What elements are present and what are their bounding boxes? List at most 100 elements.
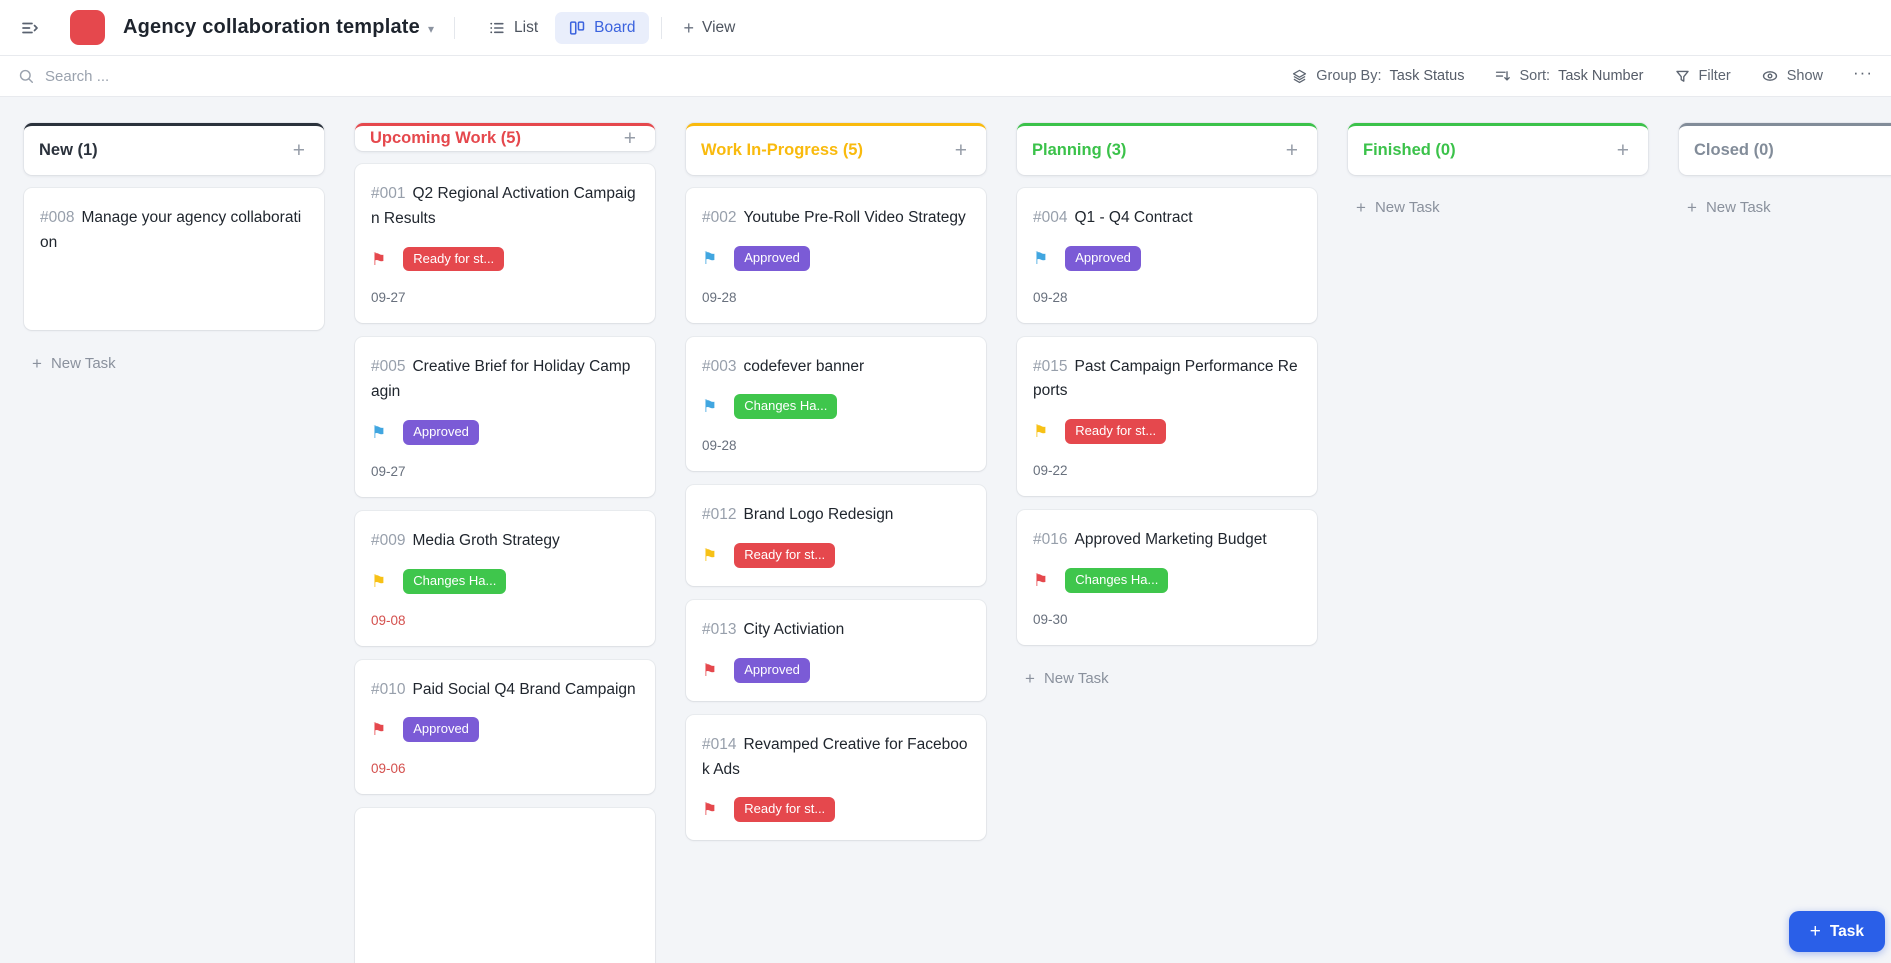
priority-flag-icon: ⚑ — [371, 251, 386, 268]
priority-flag-icon: ⚑ — [702, 547, 717, 564]
task-meta: ⚑ Changes Ha... — [1033, 568, 1301, 593]
task-card[interactable]: #004Q1 - Q4 Contract ⚑ Approved 09-28 — [1017, 188, 1317, 323]
task-id: #008 — [40, 209, 74, 226]
new-task-label: New Task — [1044, 670, 1109, 687]
task-card[interactable]: #016Approved Marketing Budget ⚑ Changes … — [1017, 510, 1317, 645]
priority-flag-icon: ⚑ — [702, 662, 717, 679]
due-date: 09-30 — [1033, 612, 1301, 627]
priority-flag-icon: ⚑ — [1033, 250, 1048, 267]
task-card[interactable]: #013City Activiation ⚑ Approved — [686, 600, 986, 701]
task-card[interactable]: #009 Media Groth Strategy ⚑ Changes Ha...… — [355, 511, 655, 646]
status-badge: Approved — [734, 658, 810, 683]
due-date: 09-22 — [1033, 463, 1301, 478]
column-title: New (1) — [39, 141, 98, 160]
due-date: 09-28 — [702, 438, 970, 453]
column-cards: + New Task — [1679, 188, 1891, 227]
search-input[interactable] — [45, 68, 465, 85]
status-badge: Ready for st... — [403, 247, 504, 272]
due-date: 09-28 — [1033, 290, 1301, 305]
plus-icon: + — [1025, 670, 1035, 687]
task-card[interactable]: #001Q2 Regional Activation Campaign Resu… — [355, 164, 655, 323]
plus-icon: + — [32, 355, 42, 372]
task-card[interactable]: #015Past Campaign Performance Reports ⚑ … — [1017, 337, 1317, 496]
board-column: New (1) + #008Manage your agency collabo… — [24, 123, 324, 383]
task-card-partial[interactable] — [355, 808, 655, 963]
column-title: Planning (3) — [1032, 141, 1126, 160]
filter-button[interactable]: Filter — [1674, 68, 1731, 85]
task-card-title-row: #002 Youtube Pre-Roll Video Strategy — [702, 206, 970, 231]
task-id: #016 — [1033, 531, 1067, 548]
group-by-value: Task Status — [1390, 68, 1465, 84]
task-card[interactable]: #008Manage your agency collaboration — [24, 188, 324, 330]
new-task-button[interactable]: + New Task — [1679, 188, 1779, 227]
task-id: #003 — [702, 358, 736, 375]
due-date: 09-08 — [371, 613, 639, 628]
task-card-title-row: #010Paid Social Q4 Brand Campaign — [371, 678, 639, 703]
task-card[interactable]: #014Revamped Creative for Facebook Ads ⚑… — [686, 715, 986, 840]
priority-flag-icon: ⚑ — [371, 424, 386, 441]
toolbar-controls: Group By: Task Status Sort: Task Number … — [1291, 63, 1873, 89]
search-box — [18, 68, 1291, 85]
task-meta: ⚑ Approved — [371, 420, 639, 445]
task-id: #004 — [1033, 209, 1067, 226]
task-title: Paid Social Q4 Brand Campaign — [412, 681, 635, 698]
task-card[interactable]: #012Brand Logo Redesign ⚑ Ready for st..… — [686, 485, 986, 586]
tab-list[interactable]: List — [475, 12, 551, 44]
task-id: #014 — [702, 736, 736, 753]
status-badge: Ready for st... — [734, 797, 835, 822]
tab-board-label: Board — [594, 19, 635, 37]
add-task-button[interactable]: + Task — [1789, 911, 1885, 952]
column-add-button[interactable]: + — [289, 138, 309, 163]
due-date: 09-27 — [371, 464, 639, 479]
search-icon — [18, 68, 35, 85]
task-title: Youtube Pre-Roll Video Strategy — [743, 209, 965, 226]
task-card-title-row: #016Approved Marketing Budget — [1033, 528, 1301, 553]
task-card[interactable]: #005Creative Brief for Holiday Campagin … — [355, 337, 655, 496]
task-id: #009 — [371, 532, 405, 549]
task-meta: ⚑ Ready for st... — [702, 543, 970, 568]
task-meta: ⚑ Ready for st... — [702, 797, 970, 822]
show-button[interactable]: Show — [1761, 67, 1823, 85]
new-task-button[interactable]: + New Task — [1348, 188, 1448, 227]
task-meta: ⚑ Approved — [702, 246, 970, 271]
status-badge: Changes Ha... — [403, 569, 506, 594]
divider — [454, 17, 455, 39]
tab-board[interactable]: Board — [555, 12, 648, 44]
task-id: #002 — [702, 209, 736, 226]
divider — [661, 17, 662, 39]
sort-button[interactable]: Sort: Task Number — [1494, 68, 1643, 85]
task-card-title-row: #005Creative Brief for Holiday Campagin — [371, 355, 639, 405]
new-task-button[interactable]: + New Task — [24, 344, 124, 383]
layers-icon — [1291, 68, 1308, 85]
task-card[interactable]: #003codefever banner ⚑ Changes Ha... 09-… — [686, 337, 986, 472]
task-id: #005 — [371, 358, 405, 375]
sidebar-toggle-button[interactable] — [16, 14, 44, 42]
plus-icon: + — [624, 127, 636, 150]
task-title: Media Groth Strategy — [412, 532, 559, 549]
column-add-button[interactable]: + — [951, 138, 971, 163]
column-add-button[interactable]: + — [620, 126, 640, 151]
priority-flag-icon: ⚑ — [371, 573, 386, 590]
board-column: Planning (3) + #004Q1 - Q4 Contract ⚑ Ap… — [1017, 123, 1317, 698]
board-column: Upcoming Work (5) + #001Q2 Regional Acti… — [355, 123, 655, 963]
column-add-button[interactable]: + — [1282, 138, 1302, 163]
column-cards: #002 Youtube Pre-Roll Video Strategy ⚑ Ap… — [686, 188, 986, 840]
group-by-button[interactable]: Group By: Task Status — [1291, 68, 1464, 85]
column-title: Work In-Progress (5) — [701, 141, 863, 160]
table-title-menu[interactable]: Agency collaboration template ▾ — [123, 16, 434, 39]
column-cards: #004Q1 - Q4 Contract ⚑ Approved 09-28 #0… — [1017, 188, 1317, 698]
new-task-button[interactable]: + New Task — [1017, 659, 1117, 698]
task-card[interactable]: #010Paid Social Q4 Brand Campaign ⚑ Appr… — [355, 660, 655, 795]
more-options-button[interactable]: ··· — [1853, 63, 1873, 89]
sort-label: Sort: — [1519, 68, 1550, 84]
status-badge: Changes Ha... — [734, 394, 837, 419]
column-cards: #008Manage your agency collaboration + N… — [24, 188, 324, 383]
task-card[interactable]: #002 Youtube Pre-Roll Video Strategy ⚑ Ap… — [686, 188, 986, 323]
board-column: Finished (0) + + New Task — [1348, 123, 1648, 227]
column-add-button[interactable]: + — [1613, 138, 1633, 163]
task-meta: ⚑ Ready for st... — [1033, 419, 1301, 444]
task-card-title-row: #001Q2 Regional Activation Campaign Resu… — [371, 182, 639, 232]
priority-flag-icon: ⚑ — [371, 721, 386, 738]
task-title: Q2 Regional Activation Campaign Results — [371, 185, 636, 227]
add-view-button[interactable]: + View — [674, 12, 746, 44]
